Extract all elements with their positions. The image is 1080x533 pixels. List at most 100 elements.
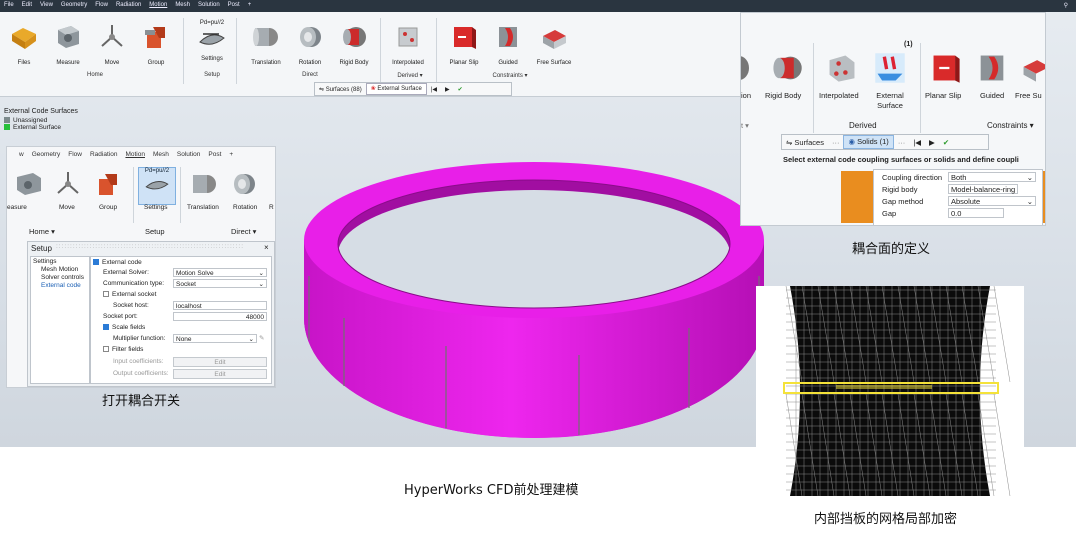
group-derived-label[interactable]: Derived ▾ bbox=[386, 72, 434, 79]
more-icon[interactable]: ··· bbox=[894, 138, 910, 147]
menu-radiation[interactable]: Radiation bbox=[112, 0, 145, 8]
rotation-tool[interactable]: Rotation bbox=[288, 18, 332, 66]
group-constraints-label[interactable]: Constraints ▾ bbox=[987, 121, 1034, 130]
guided-icon[interactable] bbox=[975, 51, 1009, 85]
output-coeff-edit-button[interactable]: Edit bbox=[173, 369, 267, 379]
measure-tool[interactable]: Measure bbox=[46, 18, 90, 66]
group-constraints-label[interactable]: Constraints ▾ bbox=[480, 72, 540, 79]
scale-checkbox[interactable]: Scale fields bbox=[103, 324, 145, 331]
menu-motion[interactable]: Motion bbox=[145, 0, 171, 8]
menu-file[interactable]: File bbox=[0, 0, 18, 8]
menu-flow[interactable]: Flow bbox=[64, 149, 86, 160]
measure-icon[interactable] bbox=[15, 169, 45, 199]
menu-radiation[interactable]: Radiation bbox=[86, 149, 121, 160]
free-surface-tool[interactable]: Free Surface bbox=[530, 18, 578, 66]
filter-checkbox[interactable]: Filter fields bbox=[103, 346, 143, 353]
input-coeff-edit-button[interactable]: Edit bbox=[173, 357, 267, 367]
add-tab-button[interactable]: + bbox=[225, 149, 237, 160]
gap-input[interactable]: 0.0 bbox=[948, 208, 1004, 218]
menu-view[interactable]: w bbox=[15, 149, 28, 160]
planar-slip-icon[interactable] bbox=[929, 51, 963, 85]
play-icon[interactable]: ▶ bbox=[925, 138, 939, 147]
rigid-body-tool[interactable]: Rigid Body bbox=[332, 18, 376, 66]
ring-model[interactable] bbox=[296, 150, 772, 445]
port-input[interactable]: 48000 bbox=[173, 312, 267, 321]
menu-motion[interactable]: Motion bbox=[121, 149, 149, 160]
planar-slip-label: Planar Slip bbox=[925, 91, 962, 100]
check-icon[interactable]: ✔ bbox=[454, 86, 467, 93]
separator bbox=[436, 18, 437, 84]
solver-select[interactable]: Motion Solve ⌄ bbox=[173, 268, 267, 277]
menu-view[interactable]: View bbox=[36, 0, 57, 8]
external-surface-chip[interactable]: ❀ External Surface bbox=[365, 83, 427, 95]
tree-item-external-code[interactable]: External code bbox=[41, 282, 81, 289]
group-direct-label[interactable]: Direct ▾ bbox=[231, 227, 256, 236]
menu-mesh[interactable]: Mesh bbox=[171, 0, 194, 8]
guided-label: Guided bbox=[980, 91, 1005, 100]
move-tool[interactable]: Move bbox=[90, 18, 134, 66]
check-icon[interactable]: ✔ bbox=[939, 138, 953, 147]
menu-edit[interactable]: Edit bbox=[18, 0, 36, 8]
first-icon[interactable]: |◀ bbox=[427, 86, 441, 93]
rotation-label: Rotation bbox=[233, 204, 258, 211]
drag-handle[interactable]: ::::::::::::::::::::::::::::::::::::::::… bbox=[56, 243, 244, 250]
chevron-down-icon: ⌄ bbox=[1026, 197, 1033, 206]
external-code-checkbox[interactable]: External code bbox=[93, 259, 142, 266]
interpolated-icon bbox=[398, 27, 418, 47]
surfaces-filter-button[interactable]: ⇋ Surfaces bbox=[782, 138, 828, 147]
external-surface-icon[interactable] bbox=[873, 51, 907, 85]
rotation-icon[interactable] bbox=[229, 169, 259, 199]
settings-tool[interactable]: Pd=pu//2 Settings bbox=[190, 18, 234, 62]
planar-slip-tool[interactable]: Planar Slip bbox=[442, 18, 486, 66]
menu-solution[interactable]: Solution bbox=[173, 149, 205, 160]
menu-geometry[interactable]: Geometry bbox=[28, 149, 65, 160]
caption-mesh-refinement: 内部挡板的网格局部加密 bbox=[814, 512, 958, 527]
selection-count-badge: (1) bbox=[904, 41, 913, 48]
gap-method-select[interactable]: Absolute ⌄ bbox=[948, 196, 1036, 206]
rigid-body-icon[interactable] bbox=[769, 51, 805, 85]
free-surface-label: Free Su bbox=[1015, 91, 1042, 100]
mult-select[interactable]: None ⌄ bbox=[173, 334, 257, 343]
tree-item-mesh-motion[interactable]: Mesh Motion bbox=[41, 266, 78, 273]
menu-post[interactable]: Post bbox=[224, 0, 244, 8]
solids-chip[interactable]: ◉ Solids (1) bbox=[843, 135, 894, 149]
free-surface-icon[interactable] bbox=[1019, 51, 1046, 85]
host-input[interactable]: localhost bbox=[173, 301, 267, 310]
move-icon[interactable] bbox=[53, 169, 83, 199]
pencil-icon[interactable]: ✎ bbox=[259, 334, 264, 342]
coupling-direction-select[interactable]: Both ⌄ bbox=[948, 172, 1036, 182]
close-icon[interactable]: × bbox=[264, 243, 269, 252]
menu-bar: File Edit View Geometry Flow Radiation Motion M… bbox=[0, 0, 1076, 12]
tree-item-solver-controls[interactable]: Solver controls bbox=[41, 274, 84, 281]
selection-bar: ⇋ Surfaces ··· ◉ Solids (1) ··· |◀ ▶ ✔ bbox=[781, 134, 989, 150]
tree-item-settings[interactable]: Settings bbox=[33, 258, 57, 265]
ext-socket-checkbox[interactable]: External socket bbox=[103, 291, 156, 298]
first-icon[interactable]: |◀ bbox=[909, 138, 925, 147]
add-tab-button[interactable]: + bbox=[244, 0, 256, 8]
files-tool[interactable]: Files bbox=[2, 18, 46, 66]
menu-mesh[interactable]: Mesh bbox=[149, 149, 173, 160]
menu-geometry[interactable]: Geometry bbox=[57, 0, 91, 8]
surfaces-filter-button[interactable]: ⇋ Surfaces (88) bbox=[315, 86, 366, 93]
group-home-label[interactable]: Home ▾ bbox=[29, 227, 55, 236]
translation-icon[interactable] bbox=[189, 169, 219, 199]
files-label: Files bbox=[17, 60, 31, 66]
comm-select[interactable]: Socket ⌄ bbox=[173, 279, 267, 288]
interpolated-tool[interactable]: Interpolated bbox=[386, 18, 430, 66]
search-icon[interactable]: ⚲ bbox=[1060, 0, 1072, 9]
settings-selected[interactable]: Pd=pu//2 bbox=[138, 167, 176, 205]
menu-post[interactable]: Post bbox=[204, 149, 225, 160]
group-tool[interactable]: Group bbox=[134, 18, 178, 66]
guided-tool[interactable]: Guided bbox=[486, 18, 530, 66]
rigid-body-input[interactable]: Model-balance-ring bbox=[948, 184, 1018, 194]
setup-inset: w Geometry Flow Radiation Motion Mesh Solution… bbox=[6, 146, 276, 388]
interpolated-icon[interactable] bbox=[825, 51, 859, 85]
group-icon[interactable] bbox=[93, 169, 123, 199]
menu-flow[interactable]: Flow bbox=[91, 0, 112, 8]
translation-tool[interactable]: Translation bbox=[244, 18, 288, 66]
play-icon[interactable]: ▶ bbox=[441, 86, 454, 93]
menu-solution[interactable]: Solution bbox=[194, 0, 224, 8]
rotation-icon[interactable] bbox=[740, 53, 753, 83]
rigid-label: R bbox=[269, 204, 274, 211]
more-icon[interactable]: ··· bbox=[828, 138, 844, 147]
